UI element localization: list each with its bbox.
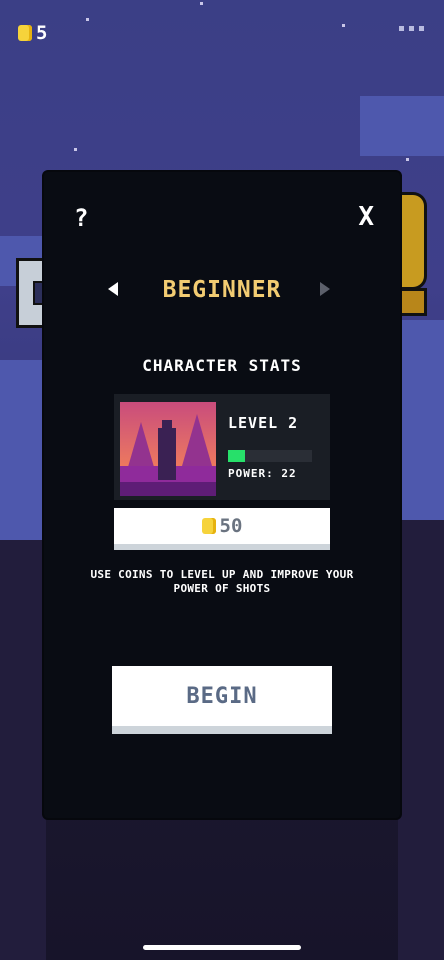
coin-balance: 5 [18, 22, 47, 44]
character-card: LEVEL 2 POWER: 22 [114, 394, 330, 500]
level-up-cost-button[interactable]: 50 [114, 508, 330, 544]
level-up-cost: 50 [219, 515, 243, 537]
help-icon[interactable]: ? [74, 206, 88, 230]
power-bar-fill [228, 450, 245, 462]
more-dots-icon[interactable] [399, 26, 424, 31]
home-indicator[interactable] [143, 945, 301, 950]
coin-count: 5 [36, 22, 48, 44]
character-portrait [120, 402, 216, 496]
character-modal: ? X BEGINNER CHARACTER STATS LEVEL 2 POW… [44, 172, 400, 818]
coin-icon [201, 518, 216, 534]
arrow-right-icon[interactable] [320, 282, 330, 296]
power-label: POWER: 22 [228, 467, 297, 480]
hint-text: USE COINS TO LEVEL UP AND IMPROVE YOUR P… [90, 568, 354, 595]
coin-icon [18, 25, 32, 41]
close-icon[interactable]: X [358, 204, 374, 230]
mode-selector: BEGINNER [44, 276, 400, 306]
power-bar [228, 450, 312, 462]
level-label: LEVEL 2 [228, 414, 299, 432]
begin-button[interactable]: BEGIN [112, 666, 332, 726]
character-stats-title: CHARACTER STATS [142, 356, 302, 375]
mode-title: BEGINNER [162, 277, 282, 303]
